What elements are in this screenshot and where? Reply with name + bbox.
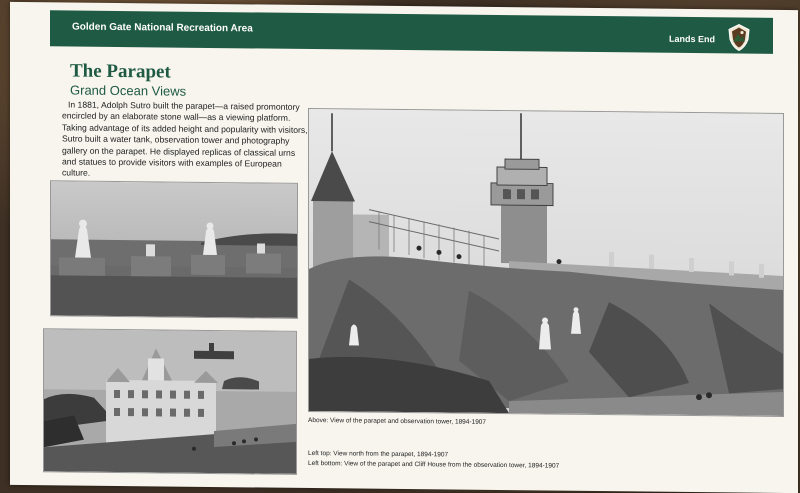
agency-name: Golden Gate National Recreation Area: [72, 21, 253, 35]
caption-left-bottom: Left bottom: View of the parapet and Cli…: [308, 459, 560, 470]
caption-above: Above: View of the parapet and observati…: [308, 416, 487, 426]
panel-title: The Parapet: [70, 60, 171, 83]
caption-left-top: Left top: View north from the parapet, 1…: [308, 449, 449, 459]
photo-parapet-tower: [308, 107, 784, 417]
site-name: Lands End: [668, 33, 715, 45]
arrowhead-icon: [728, 23, 750, 52]
photo-cliff-house: [43, 328, 297, 475]
interpretive-sign: Golden Gate National Recreation Area Lan…: [10, 1, 798, 493]
photo-view-north: [50, 180, 298, 319]
panel-subtitle: Grand Ocean Views: [70, 82, 187, 99]
header-band: Golden Gate National Recreation Area Lan…: [50, 10, 773, 54]
panel-body-text: In 1881, Adolph Sutro built the parapet—…: [62, 99, 308, 179]
